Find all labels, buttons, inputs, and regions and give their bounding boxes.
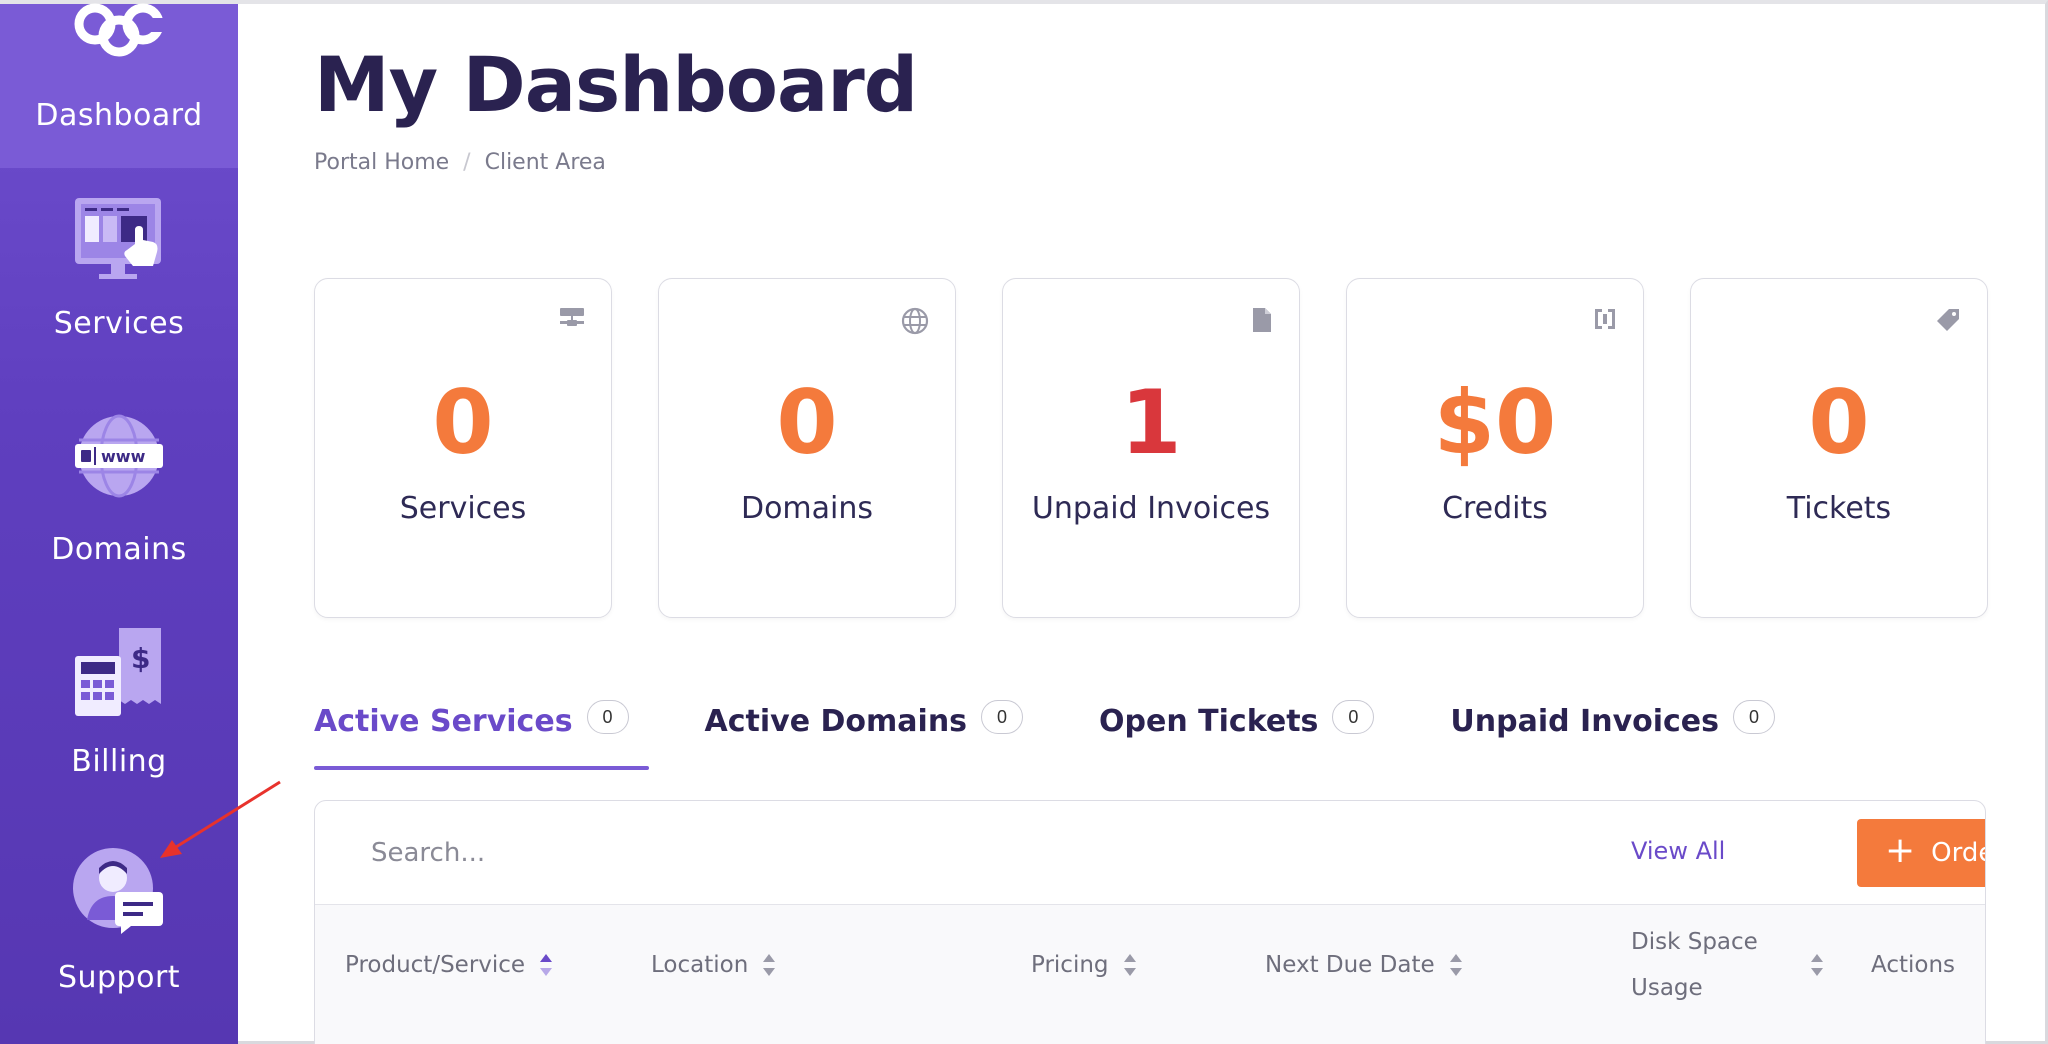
column-label: Next Due Date — [1265, 952, 1435, 978]
stat-label: Services — [399, 491, 527, 526]
column-label: Pricing — [1031, 952, 1109, 978]
stat-label: Tickets — [1786, 491, 1892, 526]
services-panel: View All + Order Product/Service Locatio… — [314, 800, 1986, 1044]
stat-value: 0 — [776, 371, 838, 474]
count-badge: 0 — [586, 700, 629, 734]
sidebar-item-label: Support — [57, 960, 181, 995]
main-content: My Dashboard Portal Home / Client Area 0… — [238, 4, 2048, 1044]
sort-icon — [1810, 954, 1823, 976]
count-badge: 0 — [1733, 700, 1775, 734]
calculator-invoice-icon: $ — [75, 628, 161, 716]
page-title: My Dashboard — [314, 40, 918, 129]
document-icon — [1253, 308, 1271, 332]
column-label: Location — [651, 952, 749, 978]
column-header-location[interactable]: Location — [651, 905, 776, 1025]
stat-label: Credits — [1442, 491, 1548, 526]
table-header: Product/Service Location Pricing Next Du… — [315, 905, 1985, 1044]
column-label: Product/Service — [345, 952, 526, 978]
sidebar-item-domains[interactable]: www Domains — [0, 414, 238, 567]
view-all-link[interactable]: View All — [1631, 837, 1725, 865]
svg-text:www: www — [101, 447, 146, 466]
column-label-line-2: Usage — [1631, 975, 1703, 1001]
credit-bracket-icon — [1595, 309, 1615, 329]
server-icon — [560, 308, 584, 326]
tab-active-domains[interactable]: Active Domains 0 — [705, 700, 1024, 770]
tab-unpaid-invoices[interactable]: Unpaid Invoices 0 — [1450, 700, 1775, 770]
stat-value: 1 — [1120, 371, 1182, 474]
stat-value: 0 — [1808, 371, 1870, 474]
sidebar-item-label: Dashboard — [35, 98, 203, 133]
globe-icon — [901, 307, 929, 335]
globe-www-icon: www — [75, 414, 163, 498]
tab-bar: Active Services 0 Active Domains 0 Open … — [314, 700, 1851, 770]
sidebar: Dashboard Services www Domains $ Billing… — [0, 3, 238, 1044]
tag-icon — [1937, 309, 1959, 331]
breadcrumb-separator: / — [463, 150, 471, 175]
sort-active-icon — [540, 954, 553, 976]
services-icon — [75, 198, 161, 279]
stat-card-services[interactable]: 0 Services — [314, 278, 612, 618]
order-button-label: Order — [1931, 838, 1985, 868]
sidebar-item-billing[interactable]: $ Billing — [0, 626, 238, 779]
column-label: Disk Space Usage — [1631, 919, 1758, 1011]
tab-active-services[interactable]: Active Services 0 — [314, 700, 649, 770]
count-badge: 0 — [981, 700, 1024, 734]
column-header-pricing[interactable]: Pricing — [1031, 905, 1137, 1025]
browser-window: Dashboard Services www Domains $ Billing… — [0, 0, 2048, 1044]
sort-icon — [1449, 954, 1462, 976]
column-header-disk-space-usage[interactable]: Disk Space Usage — [1631, 905, 1824, 1025]
tab-label: Unpaid Invoices — [1450, 704, 1719, 739]
count-badge: 0 — [1332, 700, 1375, 734]
column-label-line-1: Disk Space — [1631, 929, 1758, 955]
column-header-actions: Actions — [1871, 905, 1955, 1025]
breadcrumb-client-area: Client Area — [484, 150, 606, 175]
sidebar-item-label: Domains — [51, 532, 187, 567]
order-button[interactable]: + Order — [1857, 819, 1985, 887]
stat-card-unpaid-invoices[interactable]: 1 Unpaid Invoices — [1002, 278, 1300, 618]
sidebar-item-services[interactable]: Services — [0, 194, 238, 341]
svg-text:$: $ — [131, 642, 150, 675]
stat-value: 0 — [432, 371, 494, 474]
stat-card-tickets[interactable]: 0 Tickets — [1690, 278, 1988, 618]
stat-card-domains[interactable]: 0 Domains — [658, 278, 956, 618]
annotation-arrow-icon — [160, 780, 281, 858]
ccc-logo-icon — [74, 3, 169, 57]
sort-icon — [763, 954, 776, 976]
column-header-next-due-date[interactable]: Next Due Date — [1265, 905, 1463, 1025]
stat-card-credits[interactable]: $0 Credits — [1346, 278, 1644, 618]
column-header-product-service[interactable]: Product/Service — [345, 905, 553, 1025]
breadcrumb-portal-home[interactable]: Portal Home — [314, 150, 449, 175]
plus-icon: + — [1884, 830, 1916, 871]
stat-label: Unpaid Invoices — [1031, 491, 1271, 526]
column-label: Actions — [1871, 952, 1956, 978]
stat-label: Domains — [740, 491, 874, 526]
search-input[interactable] — [371, 829, 971, 877]
tab-label: Open Tickets — [1099, 704, 1319, 739]
sort-icon — [1123, 954, 1136, 976]
tab-open-tickets[interactable]: Open Tickets 0 — [1099, 700, 1375, 770]
stat-cards: 0 Services 0 Domains 1 Unpaid Invoices $… — [314, 278, 1988, 618]
stat-value: $0 — [1433, 371, 1557, 474]
sidebar-item-label: Services — [53, 306, 185, 341]
tab-label: Active Domains — [704, 704, 968, 739]
sidebar-item-support[interactable]: Support — [0, 846, 238, 995]
sidebar-item-dashboard[interactable]: Dashboard — [0, 3, 238, 168]
breadcrumb: Portal Home / Client Area — [314, 150, 606, 175]
tab-label: Active Services — [314, 704, 573, 739]
panel-toolbar: View All + Order — [315, 801, 1985, 905]
